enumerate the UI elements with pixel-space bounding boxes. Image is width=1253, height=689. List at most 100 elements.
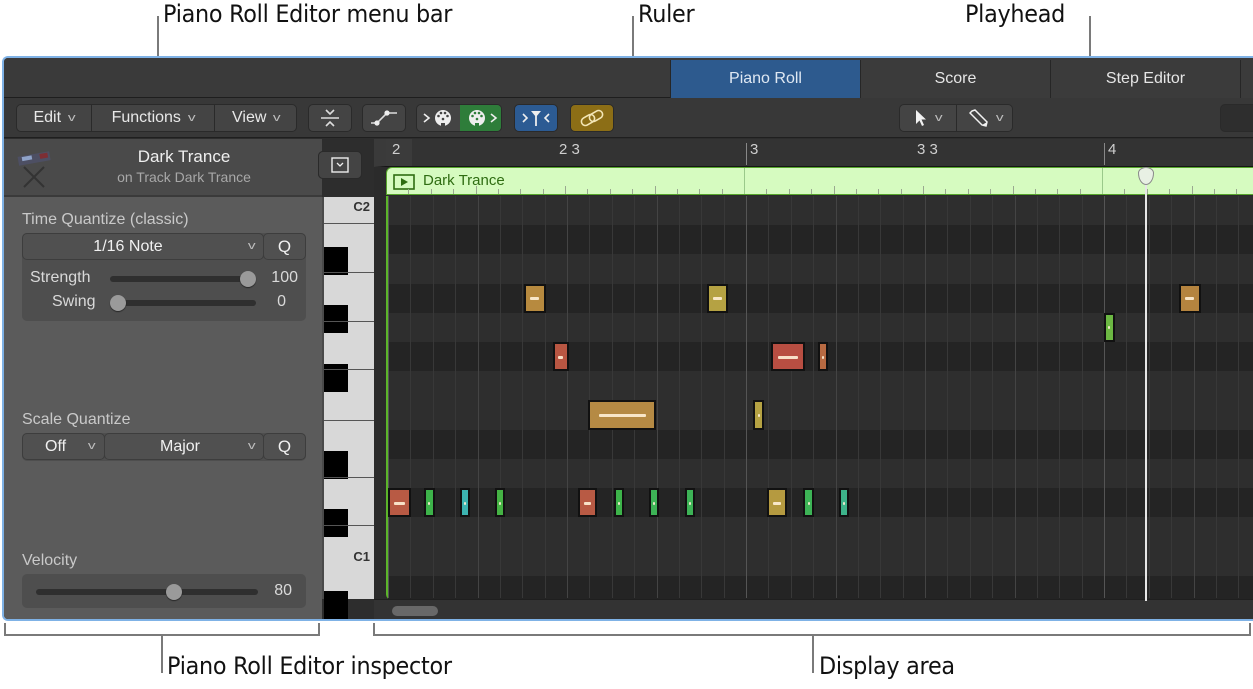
scale-type-value: Major — [159, 438, 200, 455]
note-grid[interactable] — [386, 196, 1253, 599]
pointer-tool[interactable]: v — [900, 105, 956, 131]
midi-note[interactable] — [1179, 283, 1201, 313]
strength-slider-knob[interactable] — [240, 271, 256, 287]
chevron-down-icon: v — [87, 440, 96, 452]
playhead[interactable] — [1137, 167, 1154, 601]
grid-line — [723, 196, 725, 598]
piano-keyboard[interactable]: C2 C1 — [322, 197, 374, 619]
midi-note[interactable] — [839, 488, 850, 518]
black-key[interactable] — [324, 305, 348, 334]
midi-note[interactable] — [767, 488, 788, 518]
midi-note[interactable] — [753, 400, 764, 430]
scale-type-select[interactable]: Major v — [104, 433, 264, 460]
midi-note[interactable] — [613, 488, 624, 518]
catch-playhead-button[interactable] — [514, 104, 558, 132]
midi-note[interactable] — [771, 342, 806, 372]
midi-note[interactable] — [388, 488, 412, 518]
functions-menu[interactable]: Functions v — [92, 105, 214, 131]
catch-icon — [522, 111, 550, 126]
tab-step-editor[interactable]: Step Editor — [1050, 60, 1240, 98]
automation-button[interactable] — [362, 104, 406, 132]
view-menu[interactable]: View v — [215, 105, 297, 131]
grid-line — [477, 196, 479, 598]
chevron-down-icon: v — [935, 112, 943, 124]
toolbar-overflow-button[interactable] — [1220, 104, 1253, 132]
midi-note[interactable] — [588, 400, 657, 430]
midi-out-button[interactable] — [460, 105, 501, 131]
region-tick — [453, 189, 455, 194]
region-tick — [945, 189, 947, 194]
velocity-slider[interactable] — [36, 589, 258, 595]
ruler-tick — [746, 143, 747, 165]
pitch-lane — [388, 429, 1253, 459]
region-tick — [520, 189, 522, 194]
tab-score[interactable]: Score — [860, 60, 1050, 98]
grid-line — [634, 196, 636, 598]
swing-slider[interactable] — [110, 300, 256, 306]
grid-line — [567, 196, 568, 598]
region-header[interactable]: Dark Trance — [386, 167, 1253, 195]
black-key[interactable] — [324, 247, 348, 275]
editor-tab-bar: Piano Roll Score Step Editor — [4, 58, 1253, 98]
scale-root-select[interactable]: Off v — [22, 433, 105, 460]
black-key[interactable] — [324, 450, 348, 479]
midi-note[interactable] — [577, 488, 598, 518]
strength-slider[interactable] — [110, 276, 256, 282]
midi-note[interactable] — [649, 488, 660, 518]
region-tick — [676, 189, 678, 194]
edit-menu[interactable]: Edit v — [17, 105, 91, 131]
midi-in-button[interactable] — [417, 105, 460, 131]
keyboard-stand-icon — [17, 151, 51, 188]
pitch-lane — [388, 575, 1253, 599]
inspector-menu-button[interactable] — [318, 151, 362, 179]
region-tick — [721, 189, 723, 194]
region-tick — [1124, 189, 1126, 194]
time-quantize-q-button[interactable]: Q — [263, 233, 306, 260]
midi-note[interactable] — [706, 283, 729, 313]
collapse-button[interactable] — [308, 104, 352, 132]
grid-line — [1148, 196, 1150, 598]
tab-piano-roll[interactable]: Piano Roll — [670, 60, 860, 98]
tab-label: Score — [934, 70, 977, 87]
ruler-mark-label: 2 3 — [559, 141, 580, 158]
region-tick — [766, 189, 768, 194]
midi-note[interactable] — [803, 488, 814, 518]
ruler[interactable]: 2 2 3 3 3 3 4 — [374, 139, 1253, 167]
region-tick — [475, 186, 477, 194]
tab-overflow[interactable] — [1240, 60, 1253, 98]
midi-note[interactable] — [552, 342, 569, 372]
region-tick — [497, 189, 499, 194]
velocity-bar — [757, 413, 760, 417]
region-tick — [923, 186, 924, 194]
midi-note[interactable] — [459, 488, 470, 518]
strength-value: 100 — [271, 269, 298, 286]
link-button[interactable] — [570, 104, 614, 132]
region-tick — [900, 189, 902, 194]
midi-note[interactable] — [817, 342, 829, 372]
pencil-tool[interactable]: v — [957, 105, 1014, 131]
region-name: Dark Trance — [137, 147, 231, 166]
midi-note[interactable] — [524, 283, 546, 313]
midi-in-icon — [423, 110, 451, 126]
midi-note[interactable] — [495, 488, 506, 518]
grid-line — [656, 196, 658, 598]
midi-note[interactable] — [685, 488, 696, 518]
midi-note[interactable] — [423, 488, 435, 518]
horizontal-scrollbar[interactable] — [374, 599, 1253, 619]
display-area[interactable]: Dark Trance — [374, 167, 1253, 599]
black-key[interactable] — [324, 363, 348, 392]
ruler-mark-label: 2 — [392, 141, 401, 158]
time-quantize-value: 1/16 Note — [93, 238, 163, 255]
scroll-thumb[interactable] — [392, 606, 438, 616]
time-quantize-select[interactable]: 1/16 Note v — [22, 233, 264, 260]
velocity-bar — [499, 501, 502, 505]
swing-slider-knob[interactable] — [110, 295, 126, 311]
octave-label: C2 — [353, 199, 370, 214]
q-label: Q — [277, 437, 292, 456]
black-key[interactable] — [324, 590, 348, 619]
scale-quantize-q-button[interactable]: Q — [263, 433, 306, 460]
midi-note[interactable] — [1104, 312, 1115, 342]
velocity-slider-knob[interactable] — [165, 584, 182, 600]
black-key[interactable] — [324, 509, 348, 538]
bracket-tick — [373, 623, 375, 635]
